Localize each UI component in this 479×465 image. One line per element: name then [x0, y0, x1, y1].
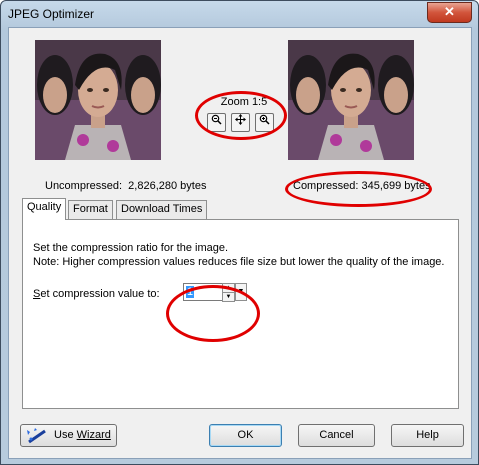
wizard-wand-icon [25, 427, 49, 451]
title-bar: JPEG Optimizer ✕ [1, 1, 478, 27]
arrow-down-icon: ▼ [225, 294, 232, 300]
uncompressed-size-label: Uncompressed: [45, 180, 123, 192]
compression-value-text: 1 [186, 286, 195, 298]
compression-label-text: et compression value to: [40, 288, 160, 300]
tab-format-label: Format [73, 203, 108, 215]
help-button[interactable]: Help [391, 424, 464, 447]
uncompressed-size-value: 2,826,280 bytes [128, 180, 207, 192]
tab-download-times-label: Download Times [121, 203, 203, 215]
compression-value-label: Set compression value to: [33, 288, 160, 300]
zoom-out-icon [211, 114, 222, 128]
zoom-in-button[interactable] [255, 113, 274, 132]
compressed-preview-image[interactable] [288, 40, 414, 160]
compression-value-input[interactable]: 1 [183, 283, 223, 301]
jpeg-optimizer-window: JPEG Optimizer ✕ Zoom 1:5 Uncompressed: … [0, 0, 479, 465]
quality-panel: Set the compression ratio for the image.… [22, 219, 459, 409]
tab-format[interactable]: Format [68, 200, 113, 219]
arrow-up-icon: ▲ [225, 285, 232, 291]
dialog-body: Zoom 1:5 Uncompressed: 2,826,280 bytes C… [8, 27, 472, 459]
ok-button[interactable]: OK [209, 424, 282, 447]
compressed-size-value: 345,699 bytes [361, 180, 431, 192]
cancel-button[interactable]: Cancel [298, 424, 375, 447]
zoom-out-button[interactable] [207, 113, 226, 132]
window-title: JPEG Optimizer [8, 7, 95, 21]
zoom-level-label: Zoom 1:5 [220, 96, 268, 108]
use-wizard-button[interactable]: Use Wizard [20, 424, 117, 447]
use-wizard-text: Wizard [76, 429, 111, 441]
compressed-size-caption: Compressed: 345,699 bytes [293, 180, 431, 192]
pan-icon [235, 114, 246, 128]
compressed-size-label: Compressed: [293, 180, 359, 192]
compression-dropdown-button[interactable]: ▼ [235, 283, 247, 301]
pan-button[interactable] [231, 113, 250, 132]
use-wizard-label: Use Wizard [54, 425, 111, 445]
tab-quality[interactable]: Quality [22, 198, 67, 220]
quality-description: Set the compression ratio for the image. [33, 242, 229, 254]
uncompressed-preview-image[interactable] [35, 40, 161, 160]
zoom-in-icon [259, 114, 270, 128]
use-wizard-prefix: Use [54, 429, 77, 441]
tab-download-times[interactable]: Download Times [116, 200, 208, 219]
uncompressed-size-caption: Uncompressed: 2,826,280 bytes [45, 180, 206, 192]
quality-note: Note: Higher compression values reduces … [33, 256, 445, 268]
close-button[interactable]: ✕ [427, 2, 472, 23]
tab-quality-label: Quality [27, 201, 62, 213]
chevron-down-icon: ▼ [237, 288, 245, 295]
spin-down-button[interactable]: ▼ [222, 292, 235, 302]
